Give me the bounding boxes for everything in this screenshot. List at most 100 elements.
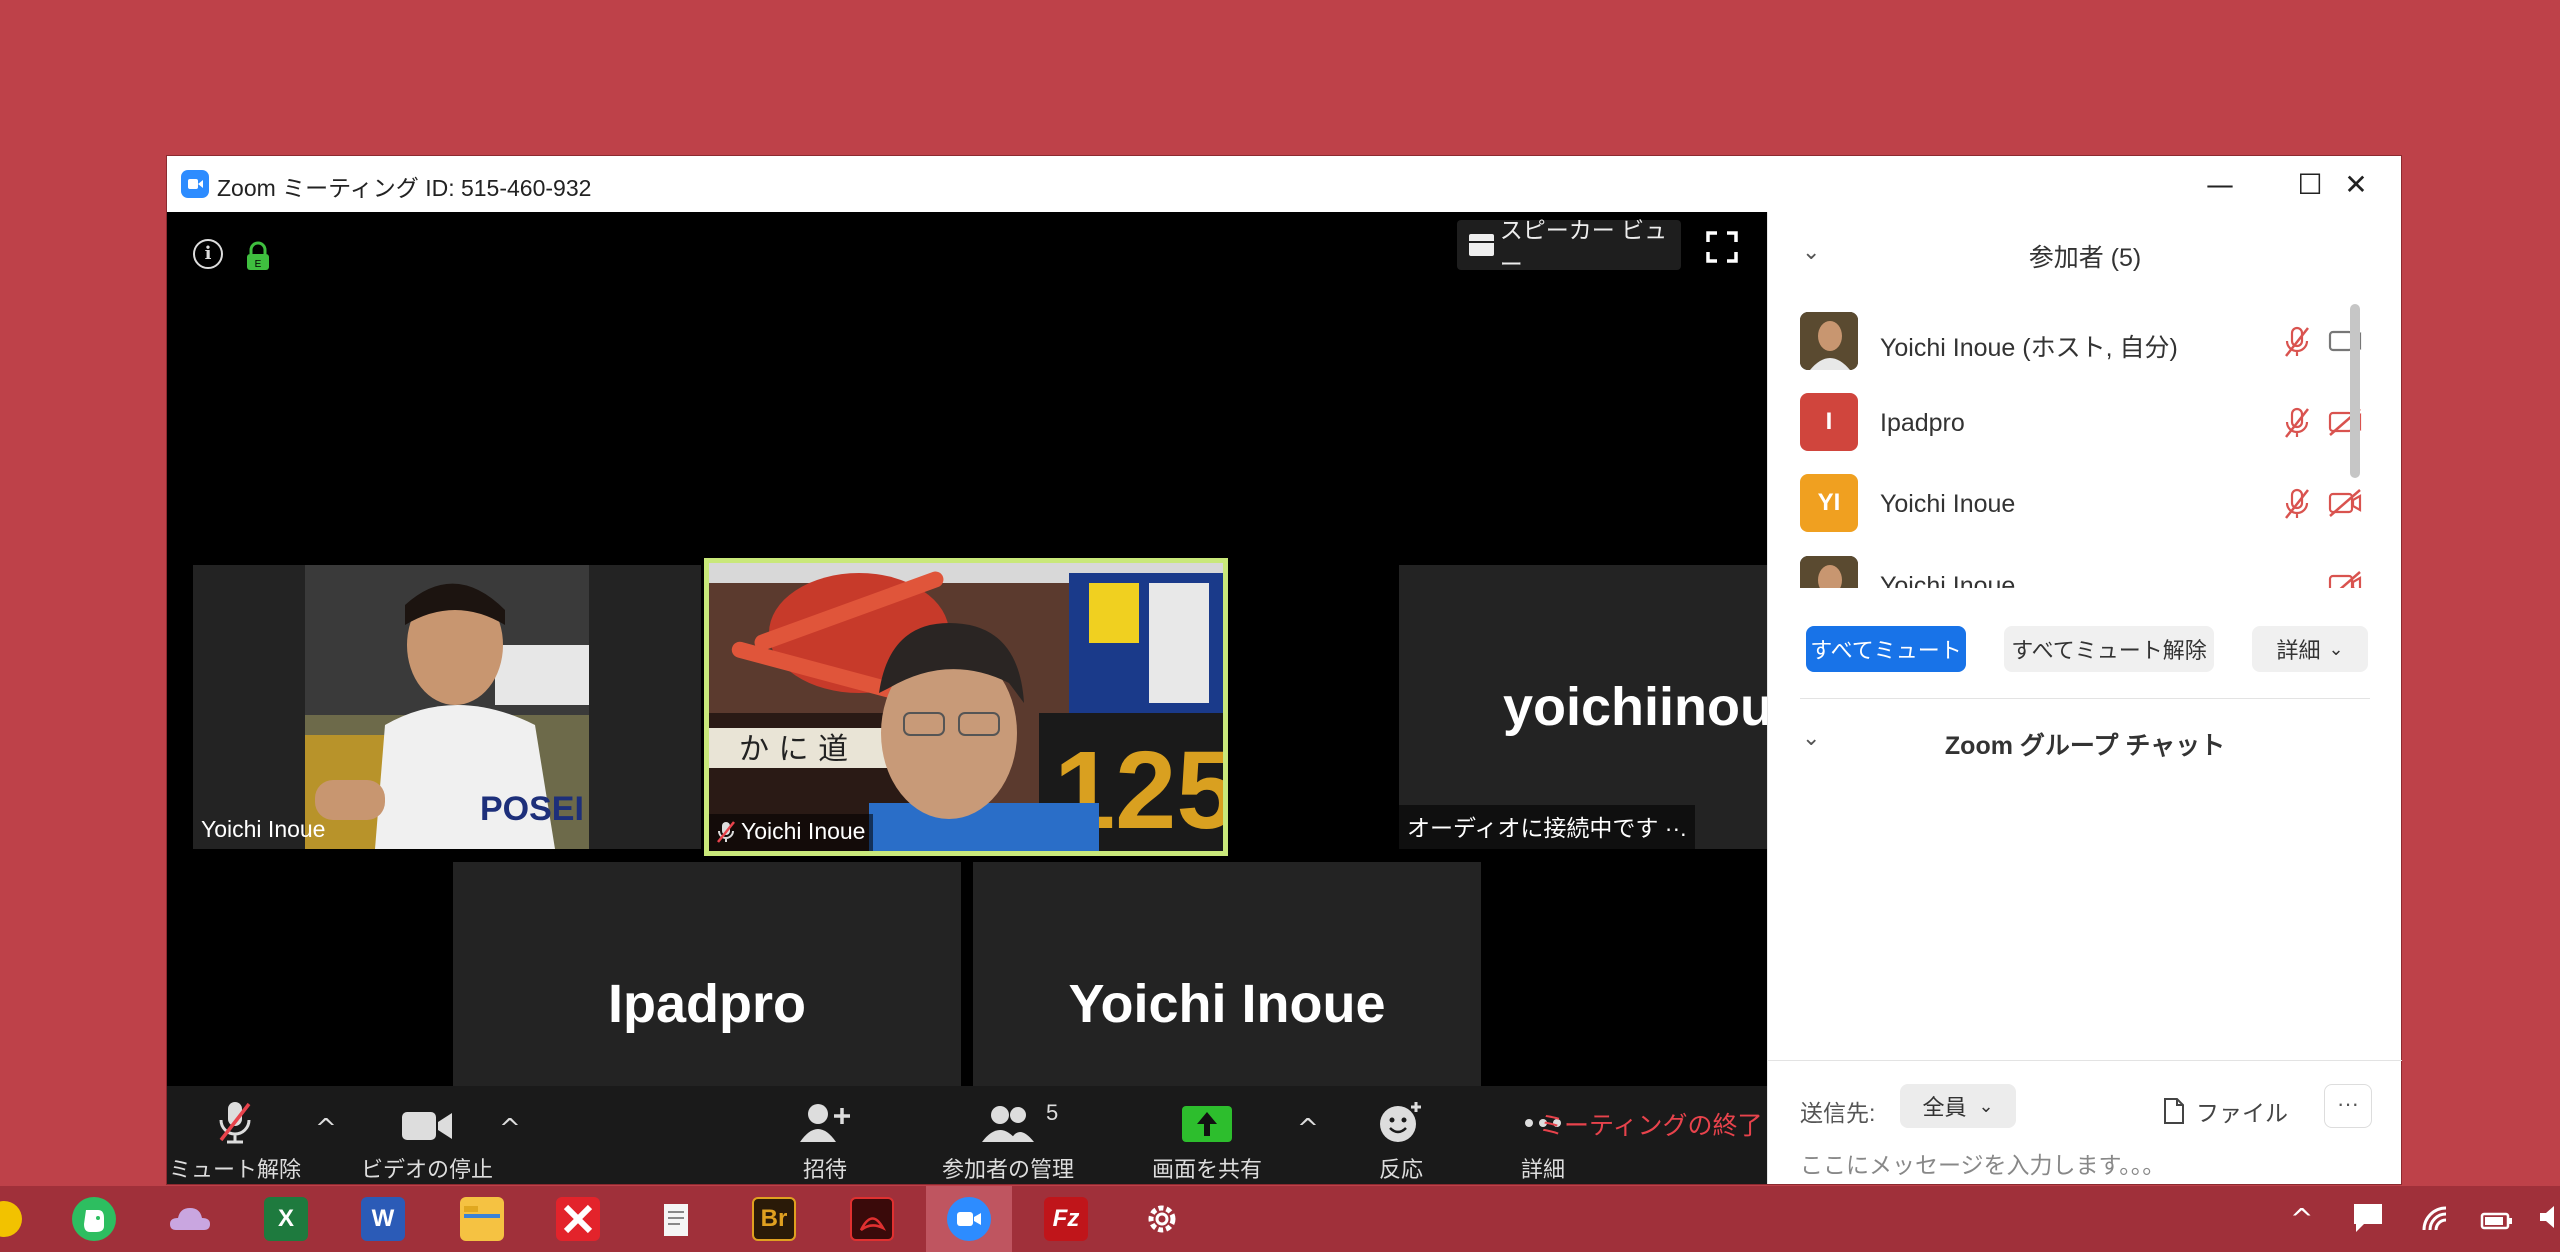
- participant-name: Yoichi Inoue: [1880, 490, 2016, 518]
- avatar: [1800, 312, 1858, 370]
- video-tile[interactable]: POSEI Yoichi Inoue: [193, 565, 701, 849]
- video-camera-icon: [402, 1112, 452, 1140]
- end-meeting-button[interactable]: ミーティングの終了: [1539, 1106, 1763, 1142]
- share-screen-button[interactable]: 画面を共有: [1137, 1086, 1277, 1184]
- side-panel: ⌄ 参加者 (5) Yoichi Inoue (ホスト, 自分) I Ipadp…: [1767, 212, 2402, 1184]
- chevron-down-icon: ⌄: [1978, 1095, 1994, 1117]
- avatar: [1800, 556, 1858, 588]
- participant-name: Yoichi Inoue: [1880, 572, 2016, 588]
- muted-mic-icon[interactable]: [2282, 488, 2312, 520]
- participant-name: Yoichi Inoue: [741, 818, 866, 844]
- speaker-view-button[interactable]: スピーカー ビュー: [1457, 217, 1681, 277]
- word-icon[interactable]: W: [361, 1197, 405, 1241]
- zoom-logo-icon: [181, 170, 209, 198]
- stop-video-label: ビデオの停止: [360, 1157, 493, 1182]
- participant-row[interactable]: I Ipadpro: [1800, 393, 2362, 453]
- info-icon[interactable]: i: [193, 239, 223, 269]
- view-grid-icon: [1469, 234, 1495, 256]
- tray-overflow-chevron-icon[interactable]: ^: [2290, 1202, 2313, 1235]
- avatar: YI: [1800, 474, 1858, 532]
- zoom-meeting-window: Zoom ミーティング ID: 515-460-932 — ☐ ✕ i E スピ…: [167, 156, 2402, 1184]
- close-button[interactable]: ✕: [2311, 156, 2401, 212]
- zoom-taskbar-icon[interactable]: [926, 1186, 1012, 1252]
- send-to-select[interactable]: 全員 ⌄: [1900, 1084, 2016, 1128]
- settings-gear-icon[interactable]: [1140, 1197, 1184, 1241]
- wifi-icon[interactable]: [2420, 1204, 2452, 1239]
- file-button[interactable]: ファイル: [2162, 1094, 2288, 1128]
- unmute-all-button[interactable]: すべてミュート解除: [2004, 626, 2214, 672]
- muted-mic-icon[interactable]: [2282, 326, 2312, 358]
- muted-mic-icon: [717, 820, 735, 843]
- avatar-photo: [1800, 556, 1858, 588]
- audio-connecting-status: オーディオに接続中です ··.: [1407, 815, 1687, 841]
- participant-big-name: Yoichi Inoue: [1068, 974, 1386, 1034]
- participant-big-name: Ipadpro: [608, 974, 806, 1034]
- encryption-lock-icon[interactable]: E: [245, 241, 271, 271]
- file-explorer-icon[interactable]: [460, 1197, 504, 1241]
- video-off-icon[interactable]: [2328, 488, 2362, 518]
- participants-title: 参加者 (5): [2028, 244, 2142, 272]
- title-bar: Zoom ミーティング ID: 515-460-932 — ☐ ✕: [167, 156, 2401, 212]
- video-area: i E スピーカー ビュー POSEI Yoichi Inoue か に 道 1…: [167, 212, 1907, 1184]
- reaction-smiley-icon: [1380, 1102, 1421, 1142]
- chat-more-button[interactable]: ···: [2324, 1084, 2372, 1128]
- invite-button[interactable]: 招待: [765, 1086, 885, 1184]
- participant-row[interactable]: Yoichi Inoue (ホスト, 自分): [1800, 312, 2362, 372]
- muted-mic-icon: [219, 1102, 251, 1144]
- participants-scrollbar[interactable]: [2350, 304, 2360, 478]
- active-speaker-tile[interactable]: か に 道 125 Yoichi Inoue: [704, 558, 1228, 856]
- participant-name-tag: Yoichi Inoue: [709, 814, 874, 851]
- video-options-chevron-icon[interactable]: ^: [499, 1114, 521, 1144]
- chevron-down-icon: ⌄: [2328, 638, 2344, 660]
- volume-icon[interactable]: [2538, 1204, 2558, 1237]
- filezilla-icon[interactable]: Fz: [1044, 1197, 1088, 1241]
- panel-divider: [1800, 698, 2370, 699]
- acrobat-icon[interactable]: [850, 1197, 894, 1241]
- file-icon: [2164, 1098, 2184, 1124]
- participant-photo: POSEI: [305, 565, 589, 849]
- participant-row-clip: Yoichi Inoue: [1768, 552, 2378, 588]
- share-screen-label: 画面を共有: [1151, 1157, 1262, 1182]
- battery-icon[interactable]: [2480, 1206, 2514, 1239]
- chat-bubble-icon[interactable]: [2350, 1200, 2386, 1241]
- bridge-icon[interactable]: Br: [752, 1197, 796, 1241]
- stop-video-button[interactable]: ビデオの停止: [347, 1086, 507, 1184]
- invite-label: 招待: [802, 1157, 847, 1182]
- mute-all-button[interactable]: すべてミュート: [1806, 626, 1966, 672]
- details-label: 詳細: [2276, 638, 2321, 663]
- video-off-icon[interactable]: [2328, 570, 2362, 588]
- meeting-toolbar: ミュート解除 ^ ビデオの停止 ^ 招待 5 参加者の管理 画面を共有 ^ 反応…: [167, 1086, 1767, 1184]
- muted-mic-icon[interactable]: [2282, 407, 2312, 439]
- send-to-value: 全員: [1922, 1095, 1967, 1120]
- audio-options-chevron-icon[interactable]: ^: [315, 1114, 337, 1144]
- participant-row[interactable]: YI Yoichi Inoue: [1800, 474, 2362, 534]
- participant-name: Yoichi Inoue: [201, 816, 326, 842]
- file-label: ファイル: [2196, 1100, 2288, 1126]
- excel-icon[interactable]: X: [264, 1197, 308, 1241]
- minimize-button[interactable]: —: [2175, 156, 2265, 212]
- window-title: Zoom ミーティング ID: 515-460-932: [217, 175, 592, 201]
- avatar: I: [1800, 393, 1858, 451]
- participant-row[interactable]: Yoichi Inoue: [1800, 556, 2362, 588]
- evernote-icon[interactable]: [72, 1197, 116, 1241]
- unmute-label: ミュート解除: [168, 1157, 301, 1182]
- reactions-label: 反応: [1378, 1157, 1423, 1182]
- notepad-icon[interactable]: [654, 1197, 698, 1241]
- reactions-button[interactable]: 反応: [1351, 1086, 1451, 1184]
- manage-participants-label: 参加者の管理: [941, 1157, 1074, 1182]
- chat-footer-divider: [1768, 1060, 2402, 1061]
- fullscreen-icon[interactable]: [1705, 230, 1739, 264]
- xmind-icon[interactable]: [556, 1197, 600, 1241]
- more-label: 詳細: [1520, 1157, 1565, 1182]
- onedrive-cloud-icon[interactable]: [168, 1197, 212, 1241]
- share-options-chevron-icon[interactable]: ^: [1297, 1114, 1319, 1144]
- share-screen-icon: [1182, 1106, 1232, 1142]
- svg-text:E: E: [255, 259, 262, 270]
- chrome-icon[interactable]: [0, 1201, 22, 1237]
- unmute-button[interactable]: ミュート解除: [167, 1086, 303, 1184]
- participant-video: か に 道 125: [709, 563, 1223, 851]
- participants-details-button[interactable]: 詳細 ⌄: [2252, 626, 2368, 672]
- svg-text:POSEI: POSEI: [480, 790, 584, 828]
- manage-participants-button[interactable]: 5 参加者の管理: [933, 1086, 1083, 1184]
- chat-message-input[interactable]: ここにメッセージを入力します。。。: [1800, 1146, 2165, 1180]
